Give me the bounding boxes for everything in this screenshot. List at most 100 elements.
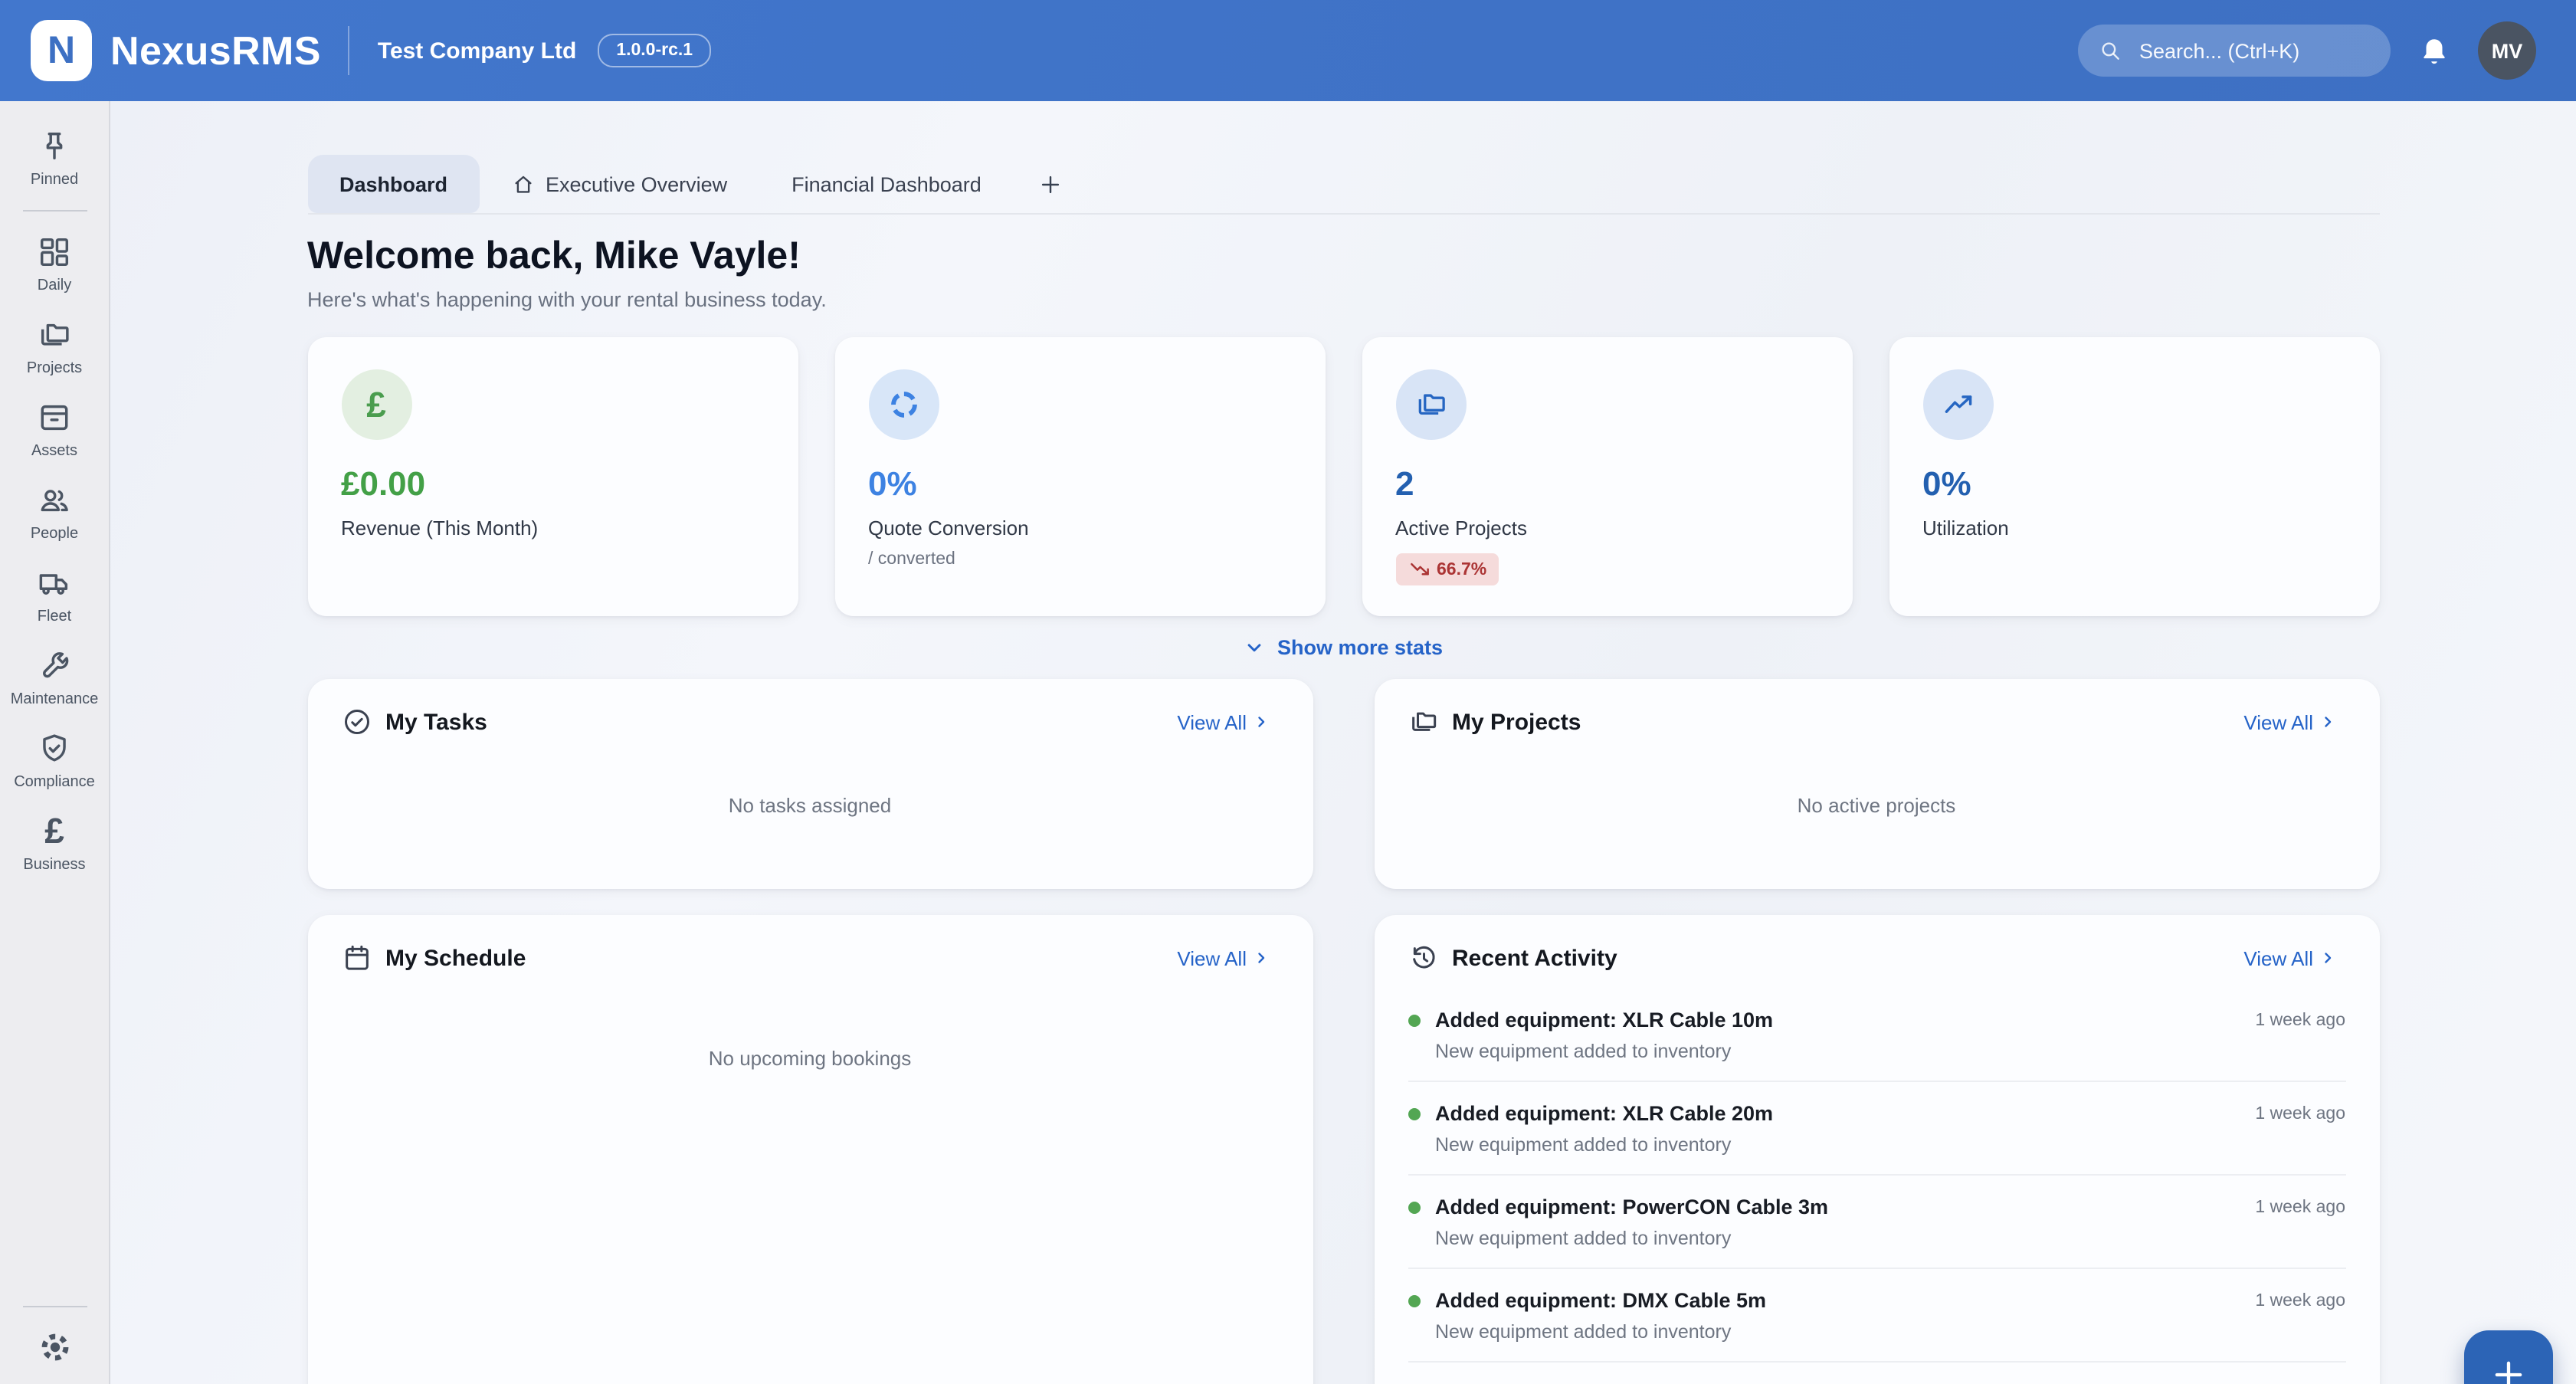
sidebar-item-daily[interactable]: Daily <box>4 224 105 307</box>
search-input[interactable] <box>2136 38 2371 64</box>
activity-item[interactable]: Added equipment: PowerCON Cable 3m 1 wee… <box>1408 1176 2345 1269</box>
sidebar-item-label: Maintenance <box>11 691 99 708</box>
stat-label: Quote Conversion <box>868 517 1291 539</box>
activity-title: Added equipment: XLR Cable 20m <box>1435 1102 1773 1125</box>
status-dot <box>1408 1014 1420 1026</box>
recent-activity-card: Recent Activity View All <box>1374 915 2379 1384</box>
notifications-button[interactable] <box>2418 34 2450 67</box>
check-circle-icon <box>341 707 372 737</box>
tab-label: Financial Dashboard <box>791 172 982 195</box>
chevron-down-icon <box>1244 636 1267 659</box>
app-window: N NexusRMS Test Company Ltd 1.0.0-rc.1 <box>0 0 2576 1384</box>
activity-item[interactable]: Added equipment: DMX Cable 5m 1 week ago… <box>1408 1269 2345 1363</box>
top-header: N NexusRMS Test Company Ltd 1.0.0-rc.1 <box>0 0 2576 101</box>
folders-icon <box>1408 707 1438 737</box>
my-schedule-card: My Schedule View All No upcoming booking… <box>307 915 1313 1384</box>
add-tab-button[interactable] <box>1026 155 1077 213</box>
logo-letter: N <box>48 28 75 73</box>
sidebar-divider <box>22 210 87 212</box>
status-dot <box>1408 1201 1420 1213</box>
my-tasks-title: My Tasks <box>341 707 487 737</box>
global-search[interactable] <box>2078 25 2391 77</box>
sidebar-item-fleet[interactable]: Fleet <box>4 555 105 638</box>
activity-time: 1 week ago <box>2255 1198 2345 1216</box>
dashboard-tabbar: Dashboard Executive Overview Financial D… <box>307 155 2379 215</box>
activity-subtitle: New equipment added to inventory <box>1435 1134 2345 1156</box>
show-more-stats-button[interactable]: Show more stats <box>307 636 2379 659</box>
sidebar-item-pinned[interactable]: Pinned <box>4 118 105 201</box>
tab-executive-overview[interactable]: Executive Overview <box>480 155 759 213</box>
sidebar-divider <box>22 1306 87 1307</box>
activity-time: 1 week ago <box>2255 1291 2345 1310</box>
settings-button[interactable] <box>36 1320 73 1369</box>
activity-list: Added equipment: XLR Cable 10m 1 week ag… <box>1408 989 2345 1363</box>
company-name: Test Company Ltd <box>378 38 576 64</box>
bell-icon <box>2418 34 2450 67</box>
activity-item[interactable]: Added equipment: XLR Cable 10m 1 week ag… <box>1408 989 2345 1082</box>
archive-box-icon <box>37 400 72 435</box>
brand-name: NexusRMS <box>110 27 321 74</box>
plus-icon <box>1038 171 1064 197</box>
brand-group: N NexusRMS Test Company Ltd 1.0.0-rc.1 <box>31 20 711 81</box>
stat-label: Revenue (This Month) <box>341 517 764 539</box>
activity-time: 1 week ago <box>2255 1011 2345 1029</box>
pound-icon: £ <box>341 369 411 440</box>
folders-icon <box>1395 369 1466 440</box>
sidebar-item-assets[interactable]: Assets <box>4 389 105 472</box>
chevron-right-icon <box>1251 949 1270 967</box>
header-divider <box>349 26 350 75</box>
stat-card-quote-conversion: 0% Quote Conversion / converted <box>834 337 1325 616</box>
stat-value: £0.00 <box>341 466 764 503</box>
stat-label: Utilization <box>1922 517 2345 539</box>
plus-icon <box>2489 1355 2528 1384</box>
stat-value: 0% <box>1922 466 2345 503</box>
sidebar-item-label: Projects <box>27 360 82 377</box>
sidebar-item-label: Assets <box>31 443 77 460</box>
version-badge: 1.0.0-rc.1 <box>598 34 711 67</box>
stats-row: £ £0.00 Revenue (This Month) 0% Quote Co… <box>307 337 2379 616</box>
activity-view-all-link[interactable]: View All <box>2234 945 2345 971</box>
sidebar-item-label: Daily <box>38 277 71 294</box>
create-new-fab[interactable] <box>2464 1330 2553 1384</box>
projects-view-all-link[interactable]: View All <box>2234 709 2345 735</box>
chevron-right-icon <box>2318 713 2336 731</box>
sidebar-item-projects[interactable]: Projects <box>4 307 105 389</box>
page-subtitle: Here's what's happening with your rental… <box>307 288 2379 313</box>
user-avatar[interactable]: MV <box>2478 21 2536 80</box>
pound-icon: £ <box>44 814 64 849</box>
status-dot <box>1408 1294 1420 1307</box>
tab-label: Dashboard <box>339 172 447 195</box>
sidebar-item-label: Fleet <box>38 608 71 625</box>
gear-icon <box>36 1329 73 1366</box>
truck-icon <box>37 566 72 601</box>
activity-title: Added equipment: XLR Cable 10m <box>1435 1008 1773 1031</box>
sidebar-item-label: Compliance <box>14 774 95 791</box>
sidebar-footer <box>0 1297 109 1384</box>
schedule-view-all-link[interactable]: View All <box>1168 945 1279 971</box>
tab-financial-dashboard[interactable]: Financial Dashboard <box>759 155 1014 213</box>
sidebar-item-people[interactable]: People <box>4 472 105 555</box>
search-icon <box>2098 38 2122 63</box>
sidebar-item-compliance[interactable]: Compliance <box>4 720 105 803</box>
stat-value: 2 <box>1395 466 1818 503</box>
stat-sublabel: / converted <box>868 550 1291 569</box>
schedule-empty-state: No upcoming bookings <box>341 1047 1279 1070</box>
tab-label: Executive Overview <box>546 172 727 195</box>
people-icon <box>37 483 72 518</box>
stat-card-revenue: £ £0.00 Revenue (This Month) <box>307 337 798 616</box>
tasks-projects-row: My Tasks View All No tasks assigned <box>307 679 2379 889</box>
sidebar-item-maintenance[interactable]: Maintenance <box>4 638 105 720</box>
tasks-view-all-link[interactable]: View All <box>1168 709 1279 735</box>
stat-card-utilization: 0% Utilization <box>1889 337 2379 616</box>
activity-subtitle: New equipment added to inventory <box>1435 1228 2345 1249</box>
avatar-initials: MV <box>2492 39 2523 62</box>
my-projects-title: My Projects <box>1408 707 1581 737</box>
chevron-right-icon <box>1251 713 1270 731</box>
activity-item[interactable]: Added equipment: XLR Cable 20m 1 week ag… <box>1408 1082 2345 1176</box>
sidebar-item-business[interactable]: £ Business <box>4 803 105 886</box>
tab-dashboard[interactable]: Dashboard <box>307 155 480 213</box>
nexusrms-logo-icon: N <box>31 20 92 81</box>
shield-check-icon <box>37 731 72 766</box>
header-actions: MV <box>2078 21 2536 80</box>
activity-subtitle: New equipment added to inventory <box>1435 1041 2345 1062</box>
